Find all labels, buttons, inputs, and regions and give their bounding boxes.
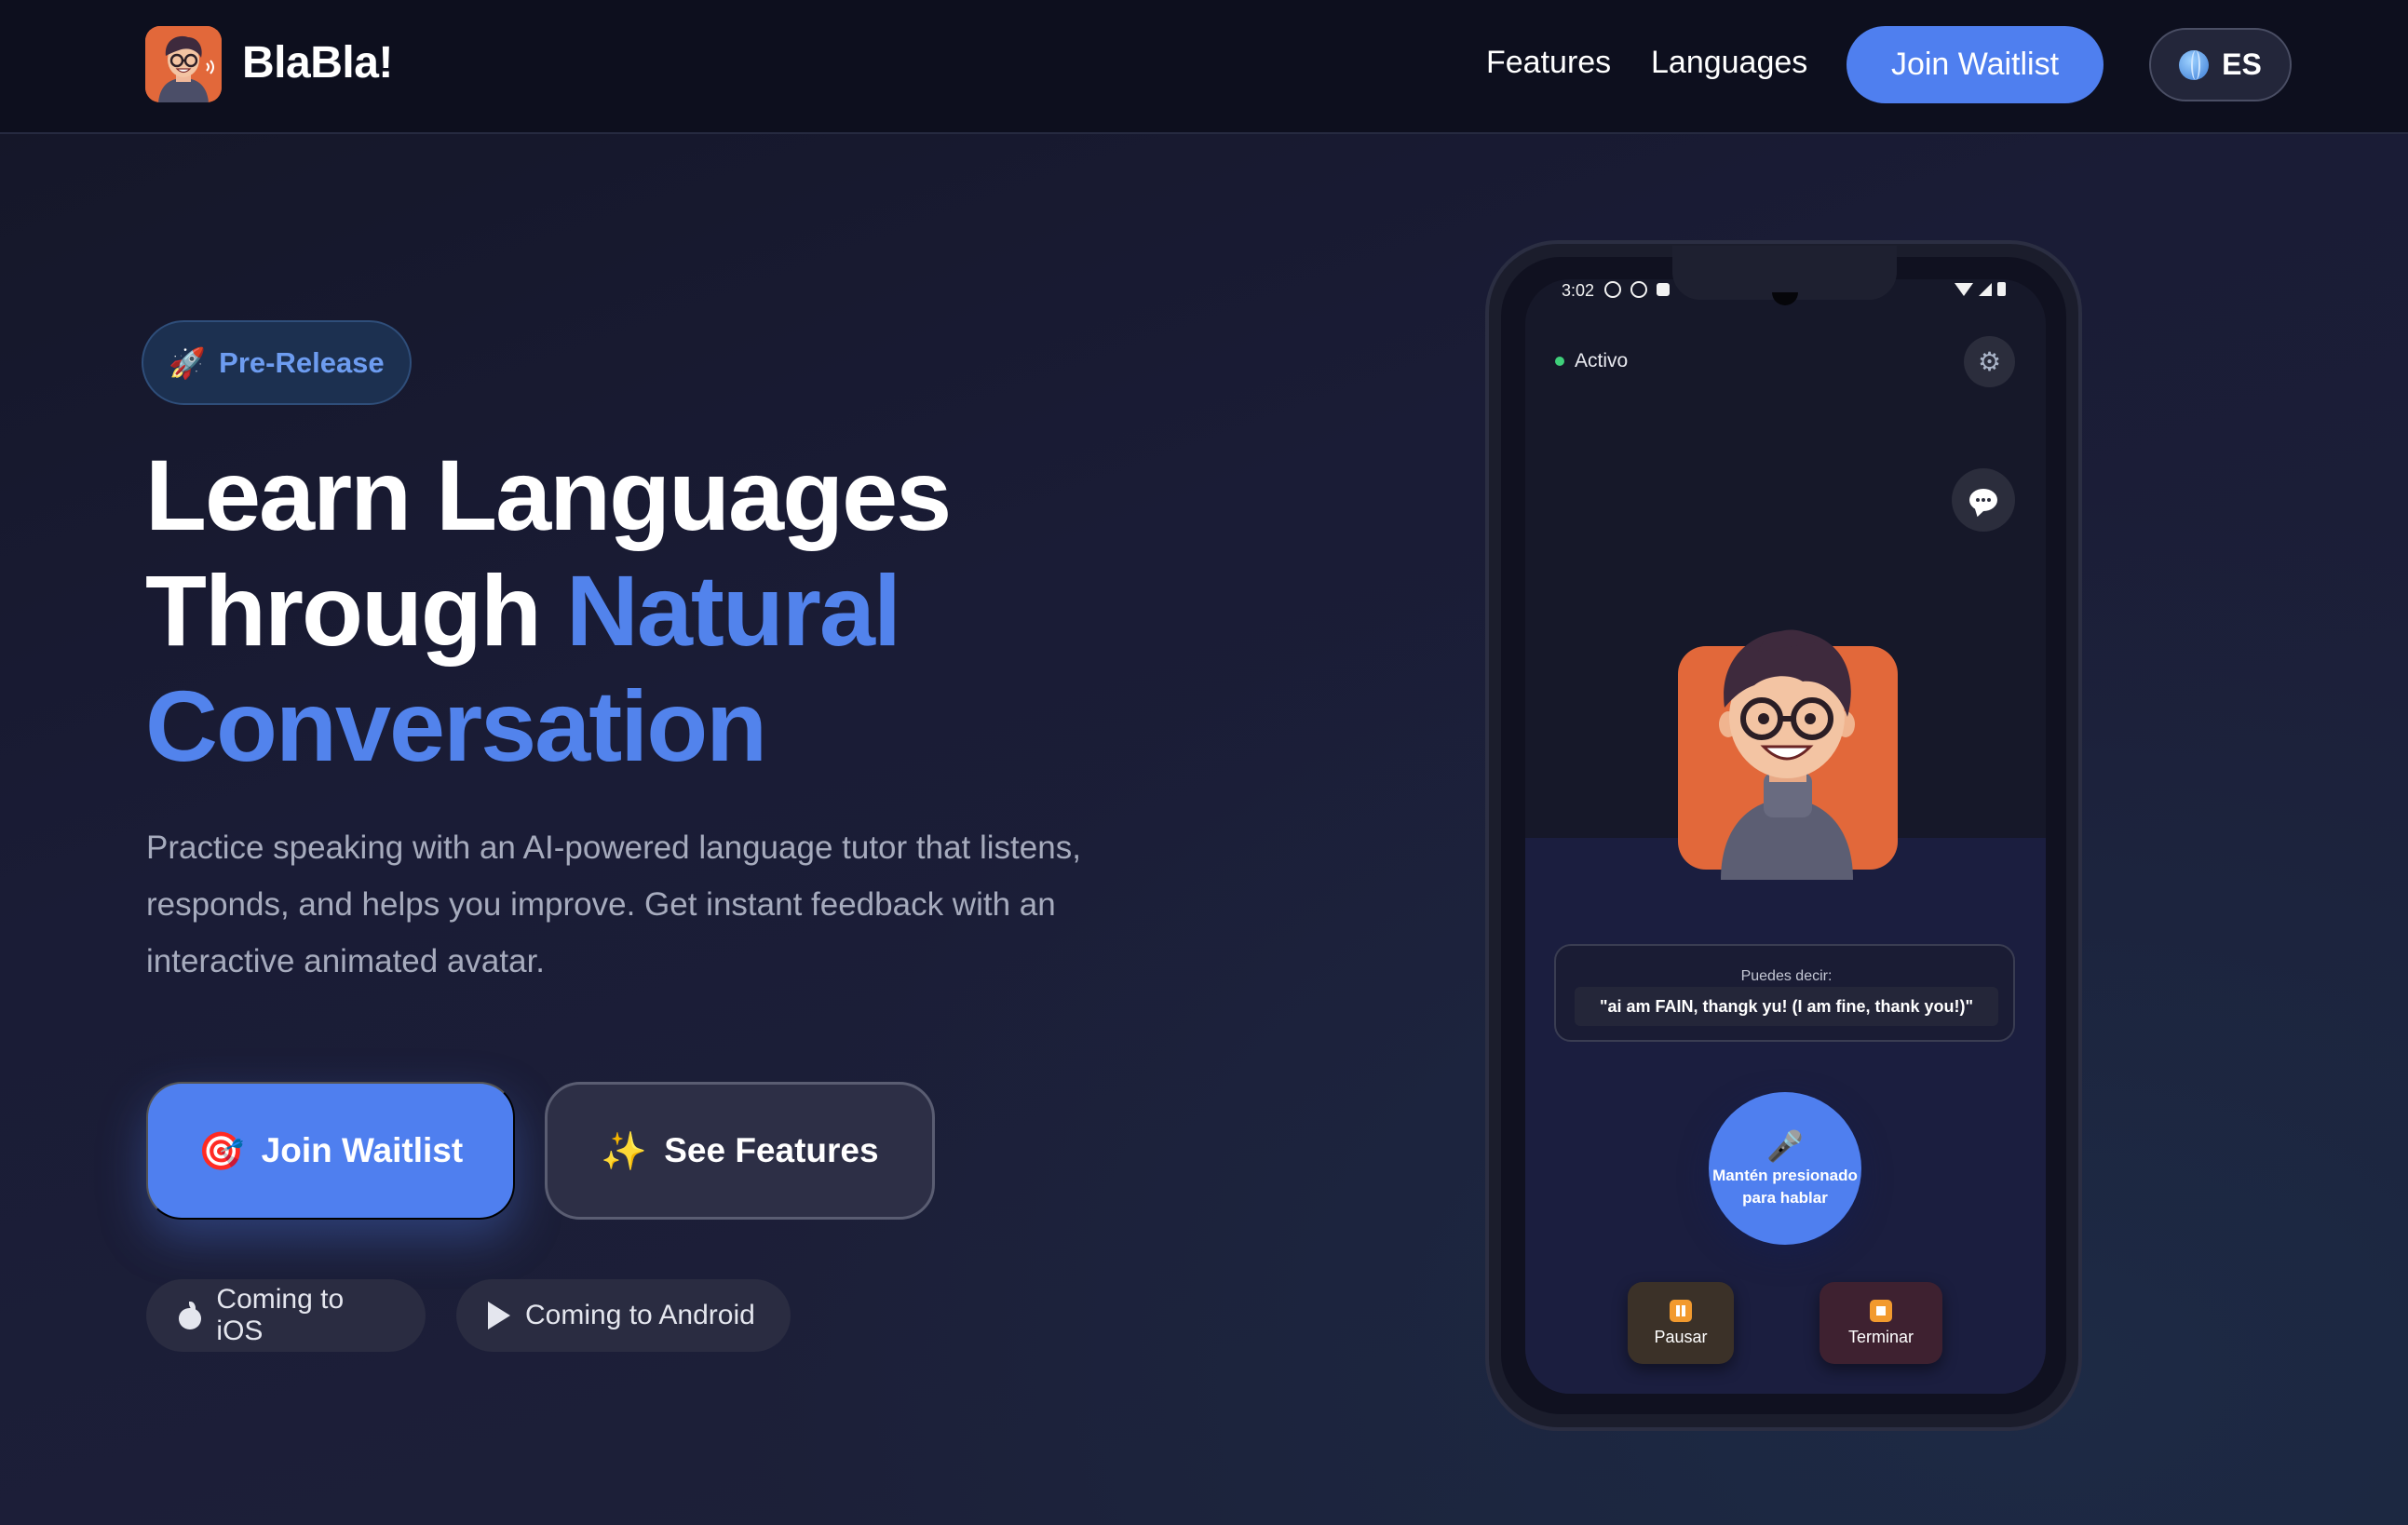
wifi-icon [1955,283,1973,296]
status-bar-time: 3:02 [1562,281,1595,300]
nav-join-waitlist-button[interactable]: Join Waitlist [1847,26,2104,103]
active-status-dot [1555,357,1564,366]
pause-icon [1670,1299,1692,1322]
language-switcher-button[interactable]: ES [2149,28,2292,101]
hint-phrase: "ai am FAIN, thangk yu! (I am fine, than… [1575,987,1998,1026]
pause-button[interactable]: Pausar [1628,1282,1734,1364]
pre-release-badge: 🚀 Pre-Release [142,320,412,405]
rocket-icon: 🚀 [169,345,207,380]
active-status-label: Activo [1575,350,1629,371]
brand-name[interactable]: BlaBla! [242,37,393,88]
nav-features-link[interactable]: Features [1486,45,1611,81]
settings-gear-button[interactable]: ⚙ [1964,336,2015,387]
pause-label: Pausar [1654,1327,1708,1346]
phrase-hint-card: Puedes decir: "ai am FAIN, thangk yu! (I… [1554,944,2015,1042]
avatar-logo-icon[interactable] [145,26,222,102]
status-bar-right-icons [1955,282,2006,296]
join-waitlist-label: Join Waitlist [261,1131,464,1169]
headline-line-2b: Natural [565,554,901,667]
end-label: Terminar [1847,1327,1914,1346]
badge-label: Pre-Release [219,345,385,379]
headline-line-3: Conversation [145,669,767,782]
see-features-button[interactable]: ✨ See Features [545,1082,935,1220]
hero-subtitle: Practice speaking with an AI-powered lan… [146,830,1081,979]
nav-languages-link[interactable]: Languages [1651,45,1807,81]
see-features-label: See Features [664,1131,879,1169]
coming-to-android-pill: Coming to Android [456,1279,791,1352]
headline-line-1: Learn Languages [145,439,952,551]
play-store-icon [488,1302,510,1329]
stop-icon [1870,1299,1892,1322]
shield-icon [1630,281,1647,298]
app-notification-icon [1657,283,1670,296]
tutor-avatar [1672,614,1901,880]
ios-label: Coming to iOS [216,1284,345,1346]
mic-label-line-1: Mantén presionado [1712,1167,1858,1184]
end-session-button[interactable]: Terminar [1820,1282,1942,1364]
battery-icon [1997,282,2006,296]
sparkles-icon: ✨ [601,1130,648,1172]
apple-icon [178,1302,202,1329]
chat-bubble-icon [1969,489,1997,511]
status-bar-left-icons [1604,281,1670,298]
headline-line-2a: Through [145,554,566,667]
signal-icon [1979,283,1992,296]
coming-to-ios-pill: Coming to iOS [146,1279,426,1352]
language-code: ES [2222,47,2262,81]
hero-headline: Learn Languages Through Natural Conversa… [145,438,1170,784]
globe-icon [2179,49,2210,80]
target-icon: 🎯 [197,1130,245,1172]
hold-to-talk-button[interactable]: 🎤 Mantén presionado para hablar [1709,1092,1861,1245]
navbar: BlaBla! Features Languages Join Waitlist… [0,0,2408,134]
gear-icon: ⚙ [1977,347,2002,376]
hint-label: Puedes decir: [1740,968,1833,984]
android-label: Coming to Android [525,1300,755,1330]
microphone-icon: 🎤 [1766,1129,1804,1163]
join-waitlist-button[interactable]: 🎯 Join Waitlist [146,1082,515,1220]
info-icon [1604,281,1621,298]
mic-label-line-2: para hablar [1742,1189,1828,1207]
chat-button[interactable] [1952,468,2015,532]
